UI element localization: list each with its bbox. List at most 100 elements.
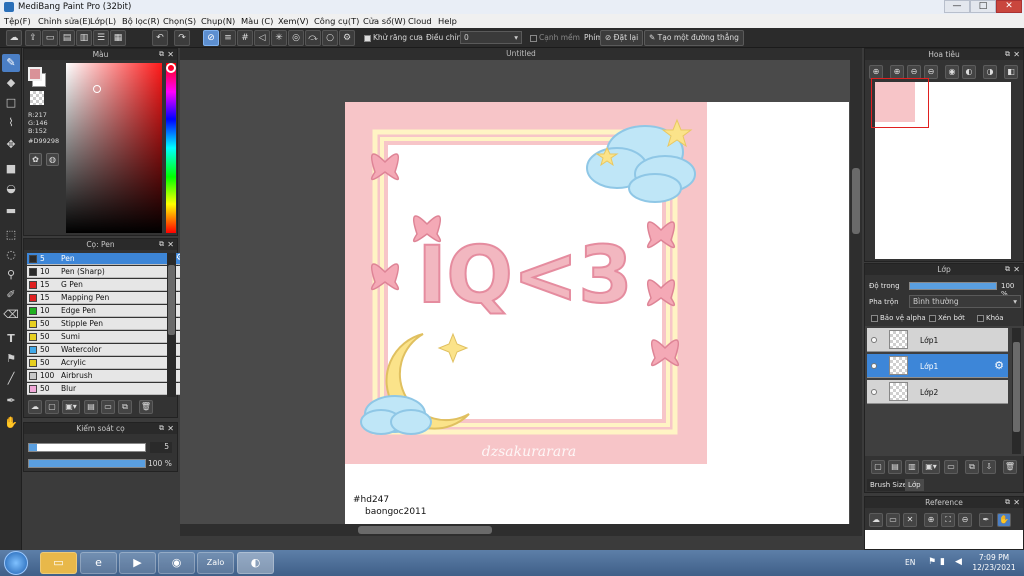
lock-checkbox[interactable]: Khóa [977,314,1004,322]
brush-row[interactable]: 50 Stipple Pen [27,318,187,330]
brush-row[interactable]: 50 Sumi [27,331,187,343]
antialias-checkbox[interactable]: Khử răng cưa [364,33,423,42]
comment-icon[interactable]: ▤ [59,30,75,46]
volume-icon[interactable]: ◀ [955,557,962,567]
color-history-icon[interactable]: ◍ [46,153,59,166]
close-icon[interactable]: ✕ [1013,49,1020,60]
duplicate-layer-icon[interactable]: ⧉ [965,460,979,474]
perspective-snap-icon[interactable]: ◁ [254,30,270,46]
canvas-viewport[interactable]: IQ<3 dzsakurarara #hd247 baongoc2011 [180,60,850,524]
zalo-icon[interactable]: Zalo [197,552,234,574]
float-icon[interactable]: ⧉ [1005,497,1010,508]
menu-view[interactable]: Xem(V) [278,16,309,26]
maximize-button[interactable]: □ [970,0,996,13]
circle-snap-icon[interactable]: ○ [322,30,338,46]
menu-color[interactable]: Màu (C) [241,16,273,26]
coccoc-browser-icon[interactable]: ◉ [158,552,195,574]
opacity-slider[interactable] [28,459,146,468]
zoom-out-icon[interactable]: ⊖ [907,65,921,79]
bucket-tool-icon[interactable]: ◒ [2,180,20,198]
curve-snap-icon[interactable]: ⤼ [305,30,321,46]
float-icon[interactable]: ⧉ [159,239,164,250]
radial-snap-icon[interactable]: ✳ [271,30,287,46]
hue-slider-handle[interactable] [166,63,176,73]
navigator-view-rect[interactable] [871,78,929,128]
checkbox-icon[interactable] [977,314,984,322]
navigator-preview[interactable] [871,78,1011,259]
grid-snap-icon[interactable]: # [237,30,253,46]
size-value[interactable]: 5 [150,442,172,453]
float-icon[interactable]: ⧉ [159,49,164,60]
checkbox-icon[interactable] [871,314,878,322]
text-tool-icon[interactable]: T [2,330,20,348]
select-pen-tool-icon[interactable]: ✐ [2,286,20,304]
export-icon[interactable]: ⇪ [25,30,41,46]
layer-scrollbar[interactable] [1012,328,1021,454]
close-icon[interactable]: ✕ [167,239,174,250]
fit-icon[interactable]: ⛶ [941,513,955,527]
rotate-right-icon[interactable]: ◑ [983,65,997,79]
gear-icon[interactable]: ⚙ [994,359,1004,372]
close-icon[interactable]: ✕ [167,423,174,434]
file-explorer-icon[interactable]: ▭ [40,552,77,574]
color-picker-handle[interactable] [93,85,101,93]
visibility-eye-icon[interactable] [871,389,877,395]
new-8bit-layer-icon[interactable]: ▥ [905,460,919,474]
clock[interactable]: 7:09 PM 12/23/2021 [972,553,1016,573]
horizontal-scrollbar[interactable] [180,524,862,536]
checkbox-icon[interactable] [929,314,936,322]
close-icon[interactable]: ✕ [167,49,174,60]
folder-icon[interactable]: ▭ [944,460,958,474]
operation-tool-icon[interactable]: ⚑ [2,350,20,368]
fit-view-icon[interactable]: ⊖ [924,65,938,79]
zoom-in-icon[interactable]: ⊕ [869,65,883,79]
close-icon[interactable]: ✕ [903,513,917,527]
parallel-snap-icon[interactable]: ≡ [220,30,236,46]
visibility-eye-icon[interactable] [871,337,877,343]
menu-file[interactable]: Tệp(F) [4,16,31,26]
straight-line-button[interactable]: ✎ Tạo một đường thẳng [644,30,744,46]
menu-select[interactable]: Chọn(S) [163,16,196,26]
flag-icon[interactable]: ⚑ [928,557,936,567]
shape-tool-icon[interactable]: ■ [2,160,20,178]
add-brush-dropdown-icon[interactable]: ▣▾ [62,400,80,414]
layer-scrollbar-thumb[interactable] [1013,342,1020,432]
brush-settings-icon[interactable]: ▤ [84,400,98,414]
cloud-download-icon[interactable]: ☁ [28,400,42,414]
move-tool-icon[interactable]: ✥ [2,136,20,154]
brush-row[interactable]: 10 Edge Pen [27,305,187,317]
divide-tool-icon[interactable]: ╱ [2,370,20,388]
palette-icon[interactable]: ✿ [29,153,42,166]
layer-row-selected[interactable]: Lớp1 ⚙ [867,354,1008,378]
brush-row[interactable]: 50 Blur [27,383,187,395]
menu-tools[interactable]: Công cụ(T) [314,16,359,26]
speech-bubble-icon[interactable]: ▭ [42,30,58,46]
medibang-icon[interactable]: ◐ [237,552,274,574]
transparent-color-swatch[interactable] [30,91,44,105]
settings-gear-icon[interactable]: ⚙ [339,30,355,46]
flip-icon[interactable]: ◧ [1004,65,1018,79]
layer-opacity-slider[interactable] [909,282,997,290]
new-layer-icon[interactable]: ▢ [871,460,885,474]
brush-row[interactable]: 50 Acrylic [27,357,187,369]
dropper-tool-icon[interactable]: ⌇ [2,114,20,132]
checkbox-checked-icon[interactable] [364,34,371,42]
float-icon[interactable]: ⧉ [159,423,164,434]
internet-explorer-icon[interactable]: e [80,552,117,574]
select-tool-icon[interactable]: ⬚ [2,226,20,244]
brush-row[interactable]: 15 G Pen [27,279,187,291]
grid-icon[interactable]: ▦ [110,30,126,46]
close-icon[interactable]: ✕ [1013,264,1020,275]
select-eraser-tool-icon[interactable]: ⌫ [2,306,20,324]
merge-down-icon[interactable]: ⇩ [982,460,996,474]
reset-button[interactable]: ⊘ Đặt lại [600,30,644,46]
brush-list-scrollbar[interactable] [167,253,176,397]
redo-icon[interactable]: ↷ [174,30,190,46]
network-icon[interactable]: ▮ [940,557,945,567]
float-icon[interactable]: ⧉ [1005,264,1010,275]
layer-tab[interactable]: Lớp [905,479,924,491]
cloud-icon[interactable]: ☁ [6,30,22,46]
eraser-tool-icon[interactable]: ◆ [2,74,20,92]
vertical-scrollbar[interactable] [850,60,862,524]
magic-wand-tool-icon[interactable]: ⚲ [2,266,20,284]
